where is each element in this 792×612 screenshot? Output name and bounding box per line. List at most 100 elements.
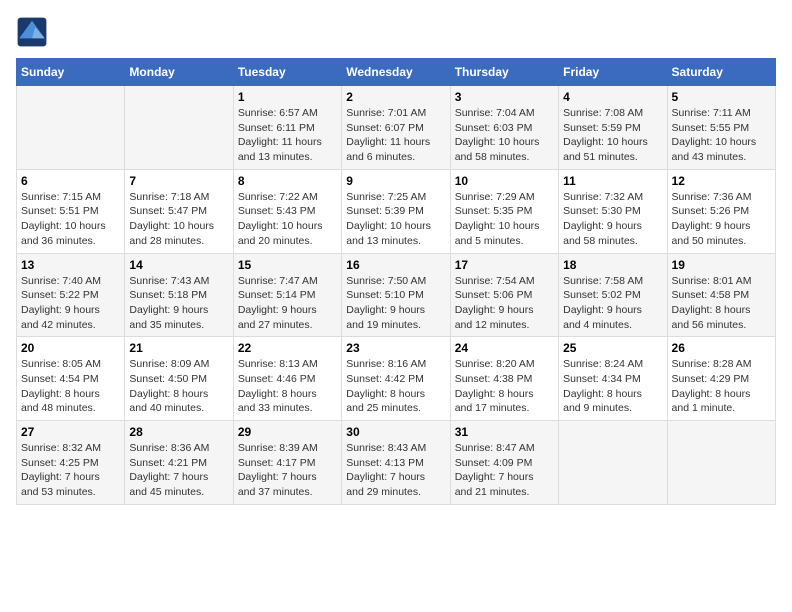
day-info: Sunrise: 8:32 AM Sunset: 4:25 PM Dayligh…	[21, 441, 120, 500]
day-number: 19	[672, 258, 771, 272]
day-number: 6	[21, 174, 120, 188]
day-info: Sunrise: 7:40 AM Sunset: 5:22 PM Dayligh…	[21, 274, 120, 333]
day-number: 17	[455, 258, 554, 272]
calendar-cell: 19 Sunrise: 8:01 AM Sunset: 4:58 PM Dayli…	[667, 253, 775, 337]
day-number: 29	[238, 425, 337, 439]
day-number: 12	[672, 174, 771, 188]
weekday-header-tuesday: Tuesday	[233, 59, 341, 86]
calendar-cell: 5 Sunrise: 7:11 AM Sunset: 5:55 PM Daylig…	[667, 86, 775, 170]
calendar-cell	[17, 86, 125, 170]
day-info: Sunrise: 7:50 AM Sunset: 5:10 PM Dayligh…	[346, 274, 445, 333]
calendar-table: SundayMondayTuesdayWednesdayThursdayFrid…	[16, 58, 776, 505]
day-number: 9	[346, 174, 445, 188]
day-number: 5	[672, 90, 771, 104]
day-info: Sunrise: 7:11 AM Sunset: 5:55 PM Dayligh…	[672, 106, 771, 165]
calendar-cell: 24Sunrise: 8:20 AM Sunset: 4:38 PM Dayli…	[450, 337, 558, 421]
day-number: 13	[21, 258, 120, 272]
day-info: Sunrise: 8:05 AM Sunset: 4:54 PM Dayligh…	[21, 357, 120, 416]
calendar-week-row: 13 Sunrise: 7:40 AM Sunset: 5:22 PM Dayli…	[17, 253, 776, 337]
day-info: Sunrise: 7:01 AM Sunset: 6:07 PM Dayligh…	[346, 106, 445, 165]
day-number: 18	[563, 258, 662, 272]
day-info: Sunrise: 8:01 AM Sunset: 4:58 PM Dayligh…	[672, 274, 771, 333]
day-info: Sunrise: 7:25 AM Sunset: 5:39 PM Dayligh…	[346, 190, 445, 249]
calendar-cell	[667, 421, 775, 505]
day-number: 1	[238, 90, 337, 104]
calendar-cell: 17 Sunrise: 7:54 AM Sunset: 5:06 PM Dayli…	[450, 253, 558, 337]
weekday-header-saturday: Saturday	[667, 59, 775, 86]
day-info: Sunrise: 7:04 AM Sunset: 6:03 PM Dayligh…	[455, 106, 554, 165]
day-info: Sunrise: 7:29 AM Sunset: 5:35 PM Dayligh…	[455, 190, 554, 249]
calendar-body: 1Sunrise: 6:57 AM Sunset: 6:11 PM Daylig…	[17, 86, 776, 505]
calendar-week-row: 27 Sunrise: 8:32 AM Sunset: 4:25 PM Dayli…	[17, 421, 776, 505]
calendar-cell: 22 Sunrise: 8:13 AM Sunset: 4:46 PM Dayli…	[233, 337, 341, 421]
day-number: 16	[346, 258, 445, 272]
day-info: Sunrise: 8:09 AM Sunset: 4:50 PM Dayligh…	[129, 357, 228, 416]
day-info: Sunrise: 7:32 AM Sunset: 5:30 PM Dayligh…	[563, 190, 662, 249]
day-number: 11	[563, 174, 662, 188]
calendar-cell: 11 Sunrise: 7:32 AM Sunset: 5:30 PM Dayli…	[559, 169, 667, 253]
calendar-cell: 29 Sunrise: 8:39 AM Sunset: 4:17 PM Dayli…	[233, 421, 341, 505]
day-number: 27	[21, 425, 120, 439]
calendar-cell: 13 Sunrise: 7:40 AM Sunset: 5:22 PM Dayli…	[17, 253, 125, 337]
calendar-cell: 1Sunrise: 6:57 AM Sunset: 6:11 PM Daylig…	[233, 86, 341, 170]
calendar-cell: 2 Sunrise: 7:01 AM Sunset: 6:07 PM Daylig…	[342, 86, 450, 170]
calendar-header: SundayMondayTuesdayWednesdayThursdayFrid…	[17, 59, 776, 86]
day-info: Sunrise: 8:36 AM Sunset: 4:21 PM Dayligh…	[129, 441, 228, 500]
day-number: 21	[129, 341, 228, 355]
weekday-header-thursday: Thursday	[450, 59, 558, 86]
weekday-header-row: SundayMondayTuesdayWednesdayThursdayFrid…	[17, 59, 776, 86]
day-info: Sunrise: 7:54 AM Sunset: 5:06 PM Dayligh…	[455, 274, 554, 333]
calendar-cell: 15 Sunrise: 7:47 AM Sunset: 5:14 PM Dayli…	[233, 253, 341, 337]
day-number: 7	[129, 174, 228, 188]
calendar-cell: 3 Sunrise: 7:04 AM Sunset: 6:03 PM Daylig…	[450, 86, 558, 170]
day-info: Sunrise: 8:13 AM Sunset: 4:46 PM Dayligh…	[238, 357, 337, 416]
day-info: Sunrise: 8:39 AM Sunset: 4:17 PM Dayligh…	[238, 441, 337, 500]
day-number: 3	[455, 90, 554, 104]
calendar-cell	[125, 86, 233, 170]
day-number: 23	[346, 341, 445, 355]
day-number: 2	[346, 90, 445, 104]
day-number: 15	[238, 258, 337, 272]
day-info: Sunrise: 8:16 AM Sunset: 4:42 PM Dayligh…	[346, 357, 445, 416]
weekday-header-wednesday: Wednesday	[342, 59, 450, 86]
day-info: Sunrise: 8:28 AM Sunset: 4:29 PM Dayligh…	[672, 357, 771, 416]
day-number: 30	[346, 425, 445, 439]
day-info: Sunrise: 7:47 AM Sunset: 5:14 PM Dayligh…	[238, 274, 337, 333]
day-number: 31	[455, 425, 554, 439]
calendar-cell: 16 Sunrise: 7:50 AM Sunset: 5:10 PM Dayli…	[342, 253, 450, 337]
day-number: 26	[672, 341, 771, 355]
day-info: Sunrise: 7:08 AM Sunset: 5:59 PM Dayligh…	[563, 106, 662, 165]
calendar-week-row: 20 Sunrise: 8:05 AM Sunset: 4:54 PM Dayli…	[17, 337, 776, 421]
calendar-cell: 21 Sunrise: 8:09 AM Sunset: 4:50 PM Dayli…	[125, 337, 233, 421]
day-number: 4	[563, 90, 662, 104]
calendar-cell	[559, 421, 667, 505]
day-info: Sunrise: 7:22 AM Sunset: 5:43 PM Dayligh…	[238, 190, 337, 249]
day-number: 8	[238, 174, 337, 188]
day-number: 22	[238, 341, 337, 355]
day-info: Sunrise: 8:47 AM Sunset: 4:09 PM Dayligh…	[455, 441, 554, 500]
calendar-cell: 28 Sunrise: 8:36 AM Sunset: 4:21 PM Dayli…	[125, 421, 233, 505]
calendar-cell: 20 Sunrise: 8:05 AM Sunset: 4:54 PM Dayli…	[17, 337, 125, 421]
day-number: 28	[129, 425, 228, 439]
weekday-header-sunday: Sunday	[17, 59, 125, 86]
day-info: Sunrise: 7:58 AM Sunset: 5:02 PM Dayligh…	[563, 274, 662, 333]
calendar-cell: 6 Sunrise: 7:15 AM Sunset: 5:51 PM Daylig…	[17, 169, 125, 253]
day-number: 20	[21, 341, 120, 355]
calendar-cell: 23 Sunrise: 8:16 AM Sunset: 4:42 PM Dayli…	[342, 337, 450, 421]
day-info: Sunrise: 7:36 AM Sunset: 5:26 PM Dayligh…	[672, 190, 771, 249]
day-info: Sunrise: 7:43 AM Sunset: 5:18 PM Dayligh…	[129, 274, 228, 333]
calendar-cell: 12 Sunrise: 7:36 AM Sunset: 5:26 PM Dayli…	[667, 169, 775, 253]
day-info: Sunrise: 8:43 AM Sunset: 4:13 PM Dayligh…	[346, 441, 445, 500]
day-info: Sunrise: 7:15 AM Sunset: 5:51 PM Dayligh…	[21, 190, 120, 249]
weekday-header-friday: Friday	[559, 59, 667, 86]
calendar-cell: 18 Sunrise: 7:58 AM Sunset: 5:02 PM Dayli…	[559, 253, 667, 337]
calendar-cell: 9 Sunrise: 7:25 AM Sunset: 5:39 PM Daylig…	[342, 169, 450, 253]
calendar-week-row: 1Sunrise: 6:57 AM Sunset: 6:11 PM Daylig…	[17, 86, 776, 170]
weekday-header-monday: Monday	[125, 59, 233, 86]
day-info: Sunrise: 7:18 AM Sunset: 5:47 PM Dayligh…	[129, 190, 228, 249]
logo	[16, 16, 52, 48]
day-info: Sunrise: 8:24 AM Sunset: 4:34 PM Dayligh…	[563, 357, 662, 416]
calendar-cell: 4 Sunrise: 7:08 AM Sunset: 5:59 PM Daylig…	[559, 86, 667, 170]
calendar-cell: 31 Sunrise: 8:47 AM Sunset: 4:09 PM Dayli…	[450, 421, 558, 505]
day-number: 10	[455, 174, 554, 188]
